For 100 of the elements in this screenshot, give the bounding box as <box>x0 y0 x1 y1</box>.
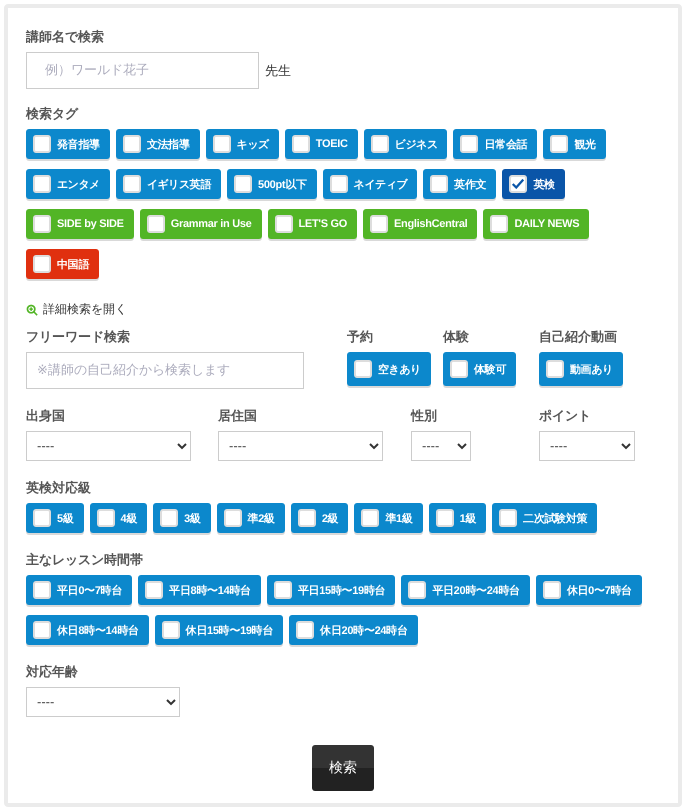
tag-checkbox[interactable]: 英作文 <box>423 169 496 199</box>
checkbox[interactable] <box>436 509 454 527</box>
checkbox[interactable] <box>499 509 518 527</box>
dropdown[interactable]: ---- <box>411 431 471 461</box>
tag-checkbox[interactable]: ビジネス <box>364 129 448 159</box>
field-label: 検索タグ <box>26 105 80 123</box>
checkbox[interactable] <box>292 135 310 153</box>
checkbox[interactable] <box>274 215 292 233</box>
checkbox[interactable] <box>122 175 141 193</box>
checkbox[interactable] <box>296 621 314 639</box>
field-label: フリーワード検索 <box>26 328 131 346</box>
checkbox[interactable] <box>146 215 165 233</box>
tag-checkbox[interactable]: 日常会話 <box>453 129 538 159</box>
tag-checkbox[interactable]: 英検 <box>502 169 565 199</box>
option-checkbox[interactable]: 休日8時〜14時台 <box>26 615 149 645</box>
checkbox[interactable] <box>408 581 426 599</box>
checkbox[interactable] <box>298 509 316 527</box>
teacher-name-field[interactable]: 例）ワールド花子 <box>26 52 259 89</box>
option-checkbox[interactable]: 平日8時〜14時台 <box>138 575 261 605</box>
field-label: 主なレッスン時間帯 <box>26 551 144 569</box>
checkbox[interactable] <box>490 215 508 233</box>
tag-checkbox[interactable]: イギリス英語 <box>116 169 222 199</box>
option-checkbox[interactable]: 二次試験対策 <box>492 503 598 533</box>
checkbox[interactable] <box>550 135 568 153</box>
option-checkbox[interactable]: 空きあり <box>347 352 431 386</box>
checkbox[interactable] <box>370 135 389 153</box>
tag-checkbox[interactable]: キッズ <box>206 129 279 159</box>
zoom-in-icon <box>26 304 38 316</box>
option-checkbox[interactable]: 休日15時〜19時台 <box>154 615 284 645</box>
checkbox[interactable] <box>354 360 372 378</box>
field-label: 英検対応級 <box>26 479 92 497</box>
option-checkbox[interactable]: 体験可 <box>443 352 516 386</box>
checkbox[interactable] <box>450 360 468 378</box>
option-checkbox[interactable]: 平日0〜7時台 <box>26 575 132 605</box>
checkbox[interactable] <box>212 135 231 153</box>
checkbox[interactable] <box>224 509 242 527</box>
tag-checkbox[interactable]: EnglishCentral <box>363 209 478 239</box>
checkbox[interactable] <box>162 621 180 639</box>
tag-checkbox[interactable]: LET'S GO <box>268 209 357 239</box>
option-checkbox[interactable]: 準2級 <box>216 503 285 533</box>
option-checkbox[interactable]: 1級 <box>428 503 486 533</box>
tag-checkbox[interactable]: TOEIC <box>284 129 358 159</box>
tag-checkbox[interactable]: DAILY NEWS <box>483 209 590 239</box>
tag-checkbox[interactable]: 発音指導 <box>26 129 110 159</box>
checkbox[interactable] <box>160 509 178 527</box>
tag-checkbox[interactable]: Grammar in Use <box>140 209 262 239</box>
field-label: 体験 <box>443 328 470 346</box>
option-checkbox[interactable]: 5級 <box>26 503 84 533</box>
checkbox[interactable] <box>361 509 380 527</box>
field-label: 性別 <box>411 407 438 425</box>
option-checkbox[interactable]: 3級 <box>153 503 211 533</box>
checkbox[interactable] <box>509 175 528 193</box>
checkbox[interactable] <box>122 135 141 153</box>
checkbox[interactable] <box>33 509 51 527</box>
checkbox[interactable] <box>96 509 115 527</box>
checkbox[interactable] <box>330 175 348 193</box>
field-label: 自己紹介動画 <box>539 328 618 346</box>
option-checkbox[interactable]: 平日15時〜19時台 <box>266 575 396 605</box>
option-checkbox[interactable]: 平日20時〜24時台 <box>401 575 530 605</box>
field-label: 出身国 <box>26 407 66 425</box>
field-label: ポイント <box>539 407 592 425</box>
checkbox[interactable] <box>370 215 388 233</box>
dropdown[interactable]: ---- <box>539 431 635 461</box>
option-checkbox[interactable]: 4級 <box>90 503 148 533</box>
option-checkbox[interactable]: 休日0〜7時台 <box>536 575 642 605</box>
tag-checkbox[interactable]: SIDE by SIDE <box>26 209 134 239</box>
checkbox[interactable] <box>33 175 51 193</box>
dropdown[interactable]: ---- <box>26 431 191 461</box>
checkbox[interactable] <box>546 360 564 378</box>
dropdown[interactable]: ---- <box>218 431 383 461</box>
checkbox[interactable] <box>274 581 292 599</box>
tag-checkbox[interactable]: ネイティブ <box>322 169 418 199</box>
free-word-field[interactable]: ※講師の自己紹介から検索します <box>26 352 304 389</box>
checkbox[interactable] <box>542 581 561 599</box>
checkbox[interactable] <box>33 581 51 599</box>
age-dropdown[interactable]: ---- <box>26 687 180 717</box>
checkbox[interactable] <box>234 175 252 193</box>
checkbox[interactable] <box>33 621 51 639</box>
checkbox[interactable] <box>33 255 51 273</box>
tag-checkbox[interactable]: 観光 <box>543 129 606 159</box>
tag-checkbox[interactable]: 文法指導 <box>116 129 200 159</box>
option-checkbox[interactable]: 2級 <box>290 503 348 533</box>
field-label: 対応年齢 <box>26 663 79 681</box>
option-checkbox[interactable]: 動画あり <box>539 352 623 386</box>
checkbox[interactable] <box>33 215 51 233</box>
tag-checkbox[interactable]: エンタメ <box>26 169 110 199</box>
checkbox[interactable] <box>430 175 448 193</box>
search-button[interactable]: 検索 <box>312 745 374 791</box>
field-label: 講師名で検索 <box>26 28 105 46</box>
checkbox[interactable] <box>145 581 164 599</box>
checkbox[interactable] <box>460 135 478 153</box>
suffix-text: 先生 <box>265 62 291 80</box>
option-checkbox[interactable]: 準1級 <box>354 503 423 533</box>
tag-checkbox[interactable]: 500pt以下 <box>227 169 317 199</box>
option-checkbox[interactable]: 休日20時〜24時台 <box>289 615 418 645</box>
field-label: 予約 <box>347 328 374 346</box>
tag-checkbox[interactable]: 中国語 <box>26 249 100 279</box>
field-label: 居住国 <box>218 407 258 425</box>
checkbox[interactable] <box>33 135 51 153</box>
detail-search-link[interactable]: 詳細検索を開く <box>43 301 127 318</box>
